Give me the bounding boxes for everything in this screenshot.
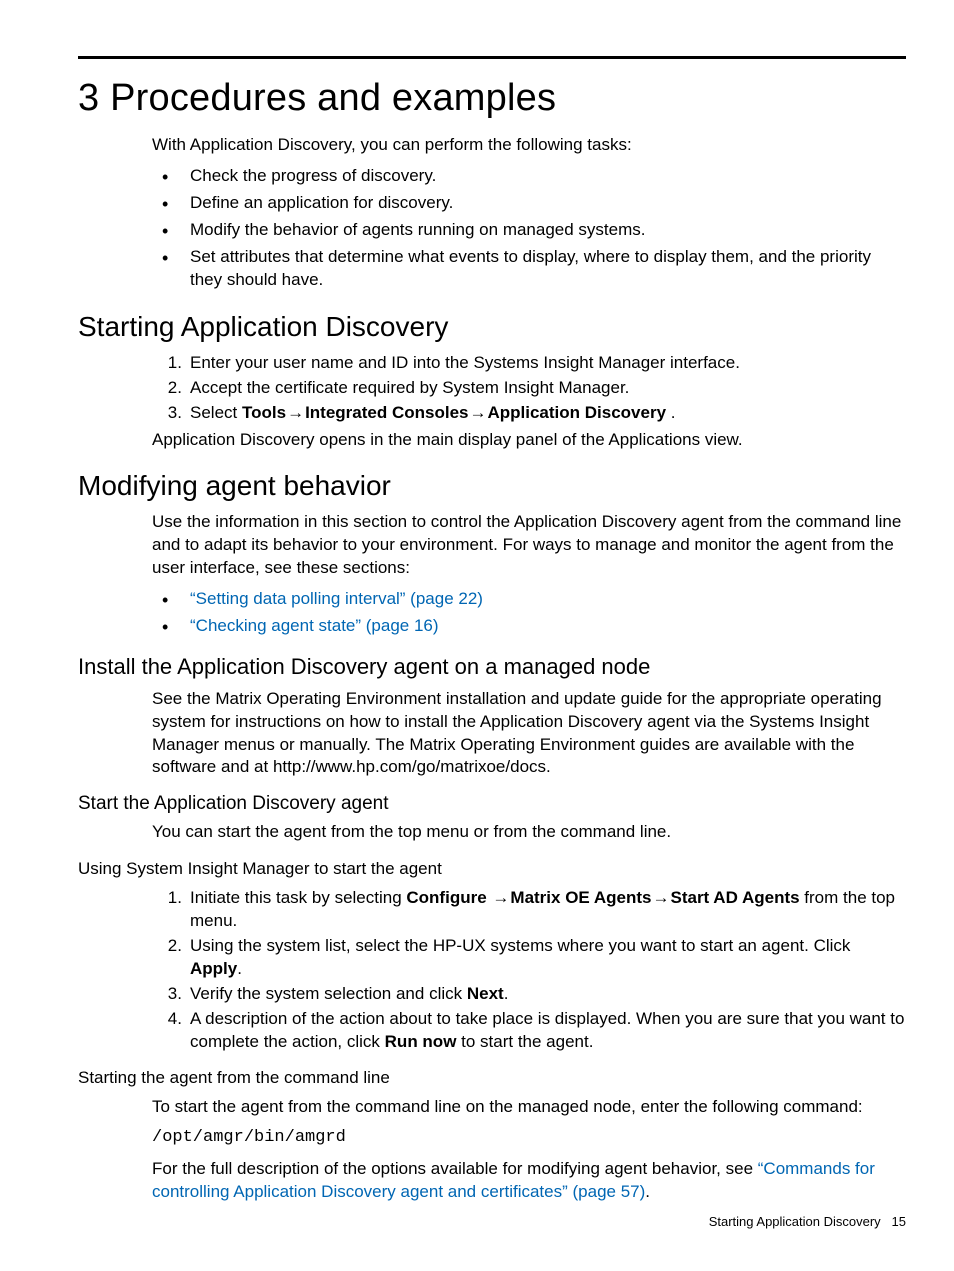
cross-ref-link[interactable]: “Checking agent state” (page 16) <box>190 616 439 635</box>
text: Verify the system selection and click <box>190 984 467 1003</box>
list-item: Verify the system selection and click Ne… <box>152 983 906 1006</box>
footer-page-number: 15 <box>892 1214 906 1229</box>
cli-after-paragraph: For the full description of the options … <box>152 1158 906 1204</box>
bold-start-ad-agents: Start AD Agents <box>670 888 799 907</box>
bold-integrated-consoles: Integrated Consoles <box>305 403 468 422</box>
text: . <box>666 403 675 422</box>
list-item: Accept the certificate required by Syste… <box>152 377 906 400</box>
subsubsection-cli-heading: Starting the agent from the command line <box>78 1067 906 1090</box>
page-footer: Starting Application Discovery 15 <box>709 1213 906 1231</box>
subsection-install-heading: Install the Application Discovery agent … <box>78 652 906 682</box>
arrow-icon: → <box>491 888 510 907</box>
text: Using the system list, select the HP-UX … <box>190 936 850 955</box>
footer-section-label: Starting Application Discovery <box>709 1214 881 1229</box>
text: . <box>645 1182 650 1201</box>
subsection-start-agent-heading: Start the Application Discovery agent <box>78 791 906 817</box>
modifying-links-list: “Setting data polling interval” (page 22… <box>152 588 906 638</box>
text: to start the agent. <box>456 1032 593 1051</box>
list-item: Set attributes that determine what event… <box>152 246 906 292</box>
section-starting-heading: Starting Application Discovery <box>78 308 906 346</box>
arrow-icon: → <box>651 888 670 907</box>
subsubsection-sim-heading: Using System Insight Manager to start th… <box>78 858 906 881</box>
text: Initiate this task by selecting <box>190 888 406 907</box>
bold-tools: Tools <box>242 403 286 422</box>
cli-paragraph: To start the agent from the command line… <box>152 1096 906 1119</box>
starting-after-paragraph: Application Discovery opens in the main … <box>152 429 906 452</box>
bold-configure: Configure <box>406 888 486 907</box>
text: . <box>237 959 242 978</box>
list-item: Select Tools→Integrated Consoles→Applica… <box>152 402 906 425</box>
list-item: Enter your user name and ID into the Sys… <box>152 352 906 375</box>
bold-apply: Apply <box>190 959 237 978</box>
cross-ref-link[interactable]: “Setting data polling interval” (page 22… <box>190 589 483 608</box>
list-item: “Checking agent state” (page 16) <box>152 615 906 638</box>
list-item: Initiate this task by selecting Configur… <box>152 887 906 933</box>
list-item: “Setting data polling interval” (page 22… <box>152 588 906 611</box>
arrow-icon: → <box>286 403 305 422</box>
chapter-title: 3 Procedures and examples <box>78 73 906 124</box>
section-modifying-heading: Modifying agent behavior <box>78 467 906 505</box>
top-rule <box>78 56 906 59</box>
install-paragraph: See the Matrix Operating Environment ins… <box>152 688 906 780</box>
starting-steps: Enter your user name and ID into the Sys… <box>152 352 906 425</box>
cli-command: /opt/amgr/bin/amgrd <box>152 1127 906 1150</box>
sim-steps: Initiate this task by selecting Configur… <box>152 887 906 1054</box>
bold-matrix-oe-agents: Matrix OE Agents <box>510 888 651 907</box>
bold-next: Next <box>467 984 504 1003</box>
intro-paragraph: With Application Discovery, you can perf… <box>152 134 906 157</box>
start-agent-paragraph: You can start the agent from the top men… <box>152 821 906 844</box>
text: Select <box>190 403 242 422</box>
list-item: Check the progress of discovery. <box>152 165 906 188</box>
intro-bullet-list: Check the progress of discovery. Define … <box>152 165 906 292</box>
list-item: A description of the action about to tak… <box>152 1008 906 1054</box>
bold-application-discovery: Application Discovery <box>487 403 666 422</box>
text: For the full description of the options … <box>152 1159 758 1178</box>
list-item: Using the system list, select the HP-UX … <box>152 935 906 981</box>
bold-run-now: Run now <box>385 1032 457 1051</box>
modifying-paragraph: Use the information in this section to c… <box>152 511 906 580</box>
list-item: Modify the behavior of agents running on… <box>152 219 906 242</box>
arrow-icon: → <box>468 403 487 422</box>
text: . <box>504 984 509 1003</box>
list-item: Define an application for discovery. <box>152 192 906 215</box>
